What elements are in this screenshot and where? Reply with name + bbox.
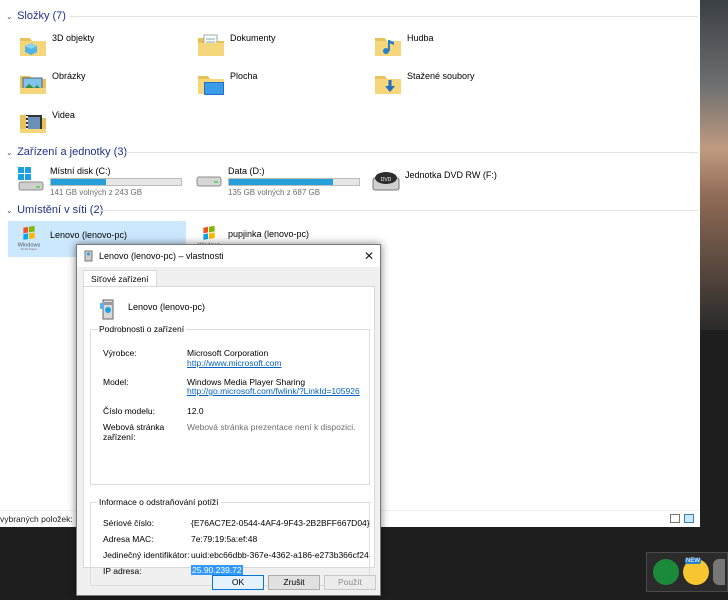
documents-folder-icon [198,34,224,56]
folder-label: Plocha [230,71,258,81]
new-emoji-icon[interactable]: NEW [683,558,709,585]
drive-usage-fill [51,179,106,185]
manufacturer-value: Microsoft Corporation [187,348,269,358]
network-device-icon [100,299,114,320]
drive-label: Jednotka DVD RW (F:) [405,170,497,180]
new-badge: NEW [685,558,701,564]
folder-label: Stažené soubory [407,71,475,81]
3d-objects-folder-icon [20,38,46,56]
group-header-label: Zařízení a jednotky (3) [17,146,128,158]
tiles-view-icon[interactable] [684,514,694,523]
uid-label: Jedinečný identifikátor: [103,550,190,560]
folder-pictures[interactable]: Obrázky [18,68,178,102]
chevron-down-icon: ⌄ [6,206,13,215]
drive-d[interactable]: Data (D:) 135 GB volných z 687 GB [194,164,364,198]
folder-label: Videa [52,110,75,120]
music-folder-icon [375,38,401,56]
ok-button[interactable]: OK [212,575,264,590]
videos-folder-icon [20,115,46,133]
folder-videos[interactable]: Videa [18,107,178,141]
close-button[interactable]: ✕ [358,245,380,267]
folder-label: 3D objekty [52,33,95,43]
drive-dvd[interactable]: DVD Jednotka DVD RW (F:) [371,164,541,198]
serial-value[interactable]: {E76AC7E2-0544-4AF4-9F43-2B2BFF667D04} [191,518,370,528]
chevron-down-icon: ⌄ [6,148,13,157]
mac-value[interactable]: 7e:79:19:5a:ef:48 [191,534,257,544]
device-icon [84,250,93,262]
manufacturer-label: Výrobce: [103,348,137,358]
drive-label: Místní disk (C:) [50,166,111,176]
drive-usage-bar [50,178,182,186]
group-header-network[interactable]: ⌄ Umístění v síti (2) [0,202,700,218]
desktop-wallpaper-fragment [700,0,728,330]
manufacturer-link[interactable]: http://www.microsoft.com [187,358,281,368]
troubleshooting-group: Informace o odstraňování potíží Sériové … [90,497,370,586]
drive-free-space: 135 GB volných z 687 GB [228,188,321,197]
dialog-titlebar[interactable]: Lenovo (lenovo-pc) – vlastnosti ✕ [77,245,380,267]
network-item-label: pupjinka (lenovo-pc) [228,229,310,239]
properties-dialog: Lenovo (lenovo-pc) – vlastnosti ✕ Síťové… [76,244,381,596]
folder-documents[interactable]: Dokumenty [196,30,356,64]
group-header-label: Složky (7) [17,10,66,22]
folder-3d-objects[interactable]: 3D objekty [18,30,178,64]
pictures-folder-icon [20,76,46,94]
group-divider [100,210,698,211]
chevron-down-icon: ⌄ [6,12,13,21]
folder-music[interactable]: Hudba [373,30,533,64]
svg-text:Media Player: Media Player [21,247,37,251]
group-title: Podrobnosti o zařízení [97,324,187,334]
drive-usage-bar [228,178,360,186]
tab-panel: Lenovo (lenovo-pc) Podrobnosti o zařízen… [83,286,375,586]
mac-label: Adresa MAC: [103,534,154,544]
status-text: vybraných položek: [0,514,73,524]
webpage-label-line2: zařízení: [103,432,136,442]
model-link[interactable]: http://go.microsoft.com/fwlink/?LinkId=1… [187,386,360,396]
webpage-label-line1: Webová stránka [103,422,165,432]
model-label: Model: [103,377,129,387]
drive-free-space: 141 GB volných z 243 GB [50,188,143,197]
drive-c[interactable]: Místní disk (C:) 141 GB volných z 243 GB [16,164,186,198]
device-details-group: Podrobnosti o zařízení Výrobce: Microsof… [90,324,370,485]
serial-label: Sériové číslo: [103,518,155,528]
view-toggle [670,514,694,523]
folder-label: Hudba [407,33,434,43]
group-header-folders[interactable]: ⌄ Složky (7) [0,8,700,24]
downloads-folder-icon [375,76,401,94]
webpage-value: Webová stránka prezentace není k dispozi… [187,422,356,432]
apply-button[interactable]: Použít [324,575,376,590]
cancel-button[interactable]: Zrušit [268,575,320,590]
hard-drive-icon [196,176,222,187]
ip-label: IP adresa: [103,566,142,576]
windows-media-player-icon: Windows Media Player [18,225,41,251]
group-header-label: Umístění v síti (2) [17,204,104,216]
uid-value[interactable]: uuid:ebc66dbb-367e-4362-a186-e273b366cf2… [191,550,369,560]
drive-usage-fill [229,179,333,185]
folder-label: Obrázky [52,71,86,81]
svg-text:DVD: DVD [381,177,392,183]
desktop-folder-icon [198,76,224,95]
dialog-title: Lenovo (lenovo-pc) – vlastnosti [99,251,224,261]
group-header-devices[interactable]: ⌄ Zařízení a jednotky (3) [0,144,700,160]
group-divider [126,152,698,153]
group-title: Informace o odstraňování potíží [97,497,221,507]
folder-desktop[interactable]: Plocha [196,68,356,102]
cut-off-icon[interactable] [713,559,725,585]
tab-network-device[interactable]: Síťové zařízení [83,270,157,287]
model-number-value: 12.0 [187,406,204,416]
ip-value[interactable]: 25.90.239.72 [191,565,243,575]
taskbar-tray: NEW [646,552,728,592]
dvd-drive-icon: DVD [372,172,400,191]
windows-drive-icon [18,167,44,191]
drive-label: Data (D:) [228,166,265,176]
folder-downloads[interactable]: Stažené soubory [373,68,533,102]
device-name: Lenovo (lenovo-pc) [128,302,206,312]
details-view-icon[interactable] [670,514,680,523]
green-app-icon[interactable] [653,559,679,585]
network-item-label: Lenovo (lenovo-pc) [50,230,128,240]
model-number-label: Číslo modelu: [103,406,155,416]
group-divider [70,16,698,17]
folder-label: Dokumenty [230,33,276,43]
